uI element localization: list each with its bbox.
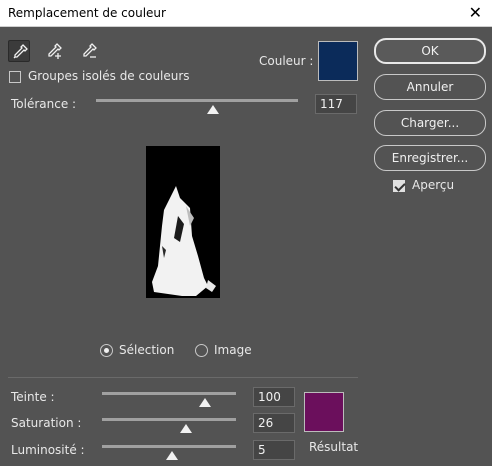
couleur-label: Couleur : bbox=[259, 54, 314, 68]
enregistrer-button[interactable]: Enregistrer... bbox=[374, 145, 486, 171]
couleur-swatch[interactable] bbox=[318, 41, 358, 81]
eyedropper-plus-icon bbox=[48, 43, 62, 59]
selection-preview bbox=[146, 146, 220, 298]
mask-preview-image bbox=[152, 186, 216, 296]
window-title: Remplacement de couleur bbox=[8, 6, 166, 20]
image-radio-label: Image bbox=[214, 343, 252, 357]
image-radio[interactable] bbox=[195, 344, 208, 357]
eyedropper-tool-button[interactable] bbox=[8, 40, 30, 62]
apercu-checkbox[interactable] bbox=[393, 180, 405, 192]
title-bar: Remplacement de couleur ✕ bbox=[0, 0, 492, 27]
annuler-button[interactable]: Annuler bbox=[374, 74, 486, 100]
close-icon[interactable]: ✕ bbox=[469, 3, 482, 22]
teinte-label: Teinte : bbox=[11, 390, 55, 404]
teinte-slider-thumb[interactable] bbox=[199, 398, 212, 407]
eyedropper-minus-icon bbox=[83, 43, 97, 58]
teinte-slider-track[interactable] bbox=[102, 392, 236, 395]
saturation-slider-thumb[interactable] bbox=[180, 424, 193, 433]
ok-button[interactable]: OK bbox=[374, 38, 486, 64]
tolerance-slider-track[interactable] bbox=[96, 99, 298, 102]
eyedropper-icon bbox=[13, 44, 28, 59]
luminosite-input[interactable]: 5 bbox=[253, 440, 295, 460]
charger-button[interactable]: Charger... bbox=[374, 110, 486, 136]
teinte-input[interactable]: 100 bbox=[253, 387, 295, 407]
luminosite-slider-track[interactable] bbox=[102, 445, 236, 448]
saturation-label: Saturation : bbox=[11, 416, 82, 430]
groups-checkbox-label: Groupes isolés de couleurs bbox=[28, 69, 190, 83]
tolerance-label: Tolérance : bbox=[11, 97, 77, 111]
tolerance-slider-thumb[interactable] bbox=[207, 105, 220, 114]
tolerance-input[interactable]: 117 bbox=[315, 94, 357, 114]
separator bbox=[8, 377, 358, 378]
resultat-swatch[interactable] bbox=[304, 392, 344, 432]
resultat-label: Résultat bbox=[309, 440, 359, 454]
selection-radio[interactable] bbox=[100, 344, 113, 357]
luminosite-slider-thumb[interactable] bbox=[165, 451, 178, 460]
saturation-input[interactable]: 26 bbox=[253, 413, 295, 433]
eyedropper-minus-tool-button[interactable] bbox=[78, 40, 100, 62]
selection-radio-label: Sélection bbox=[119, 343, 175, 357]
luminosite-label: Luminosité : bbox=[11, 443, 85, 457]
apercu-label: Aperçu bbox=[412, 178, 455, 192]
groups-checkbox[interactable] bbox=[9, 71, 21, 83]
eyedropper-plus-tool-button[interactable] bbox=[43, 40, 65, 62]
saturation-slider-track[interactable] bbox=[102, 418, 236, 421]
dialog-body: Groupes isolés de couleurs Couleur : Tol… bbox=[0, 27, 492, 466]
